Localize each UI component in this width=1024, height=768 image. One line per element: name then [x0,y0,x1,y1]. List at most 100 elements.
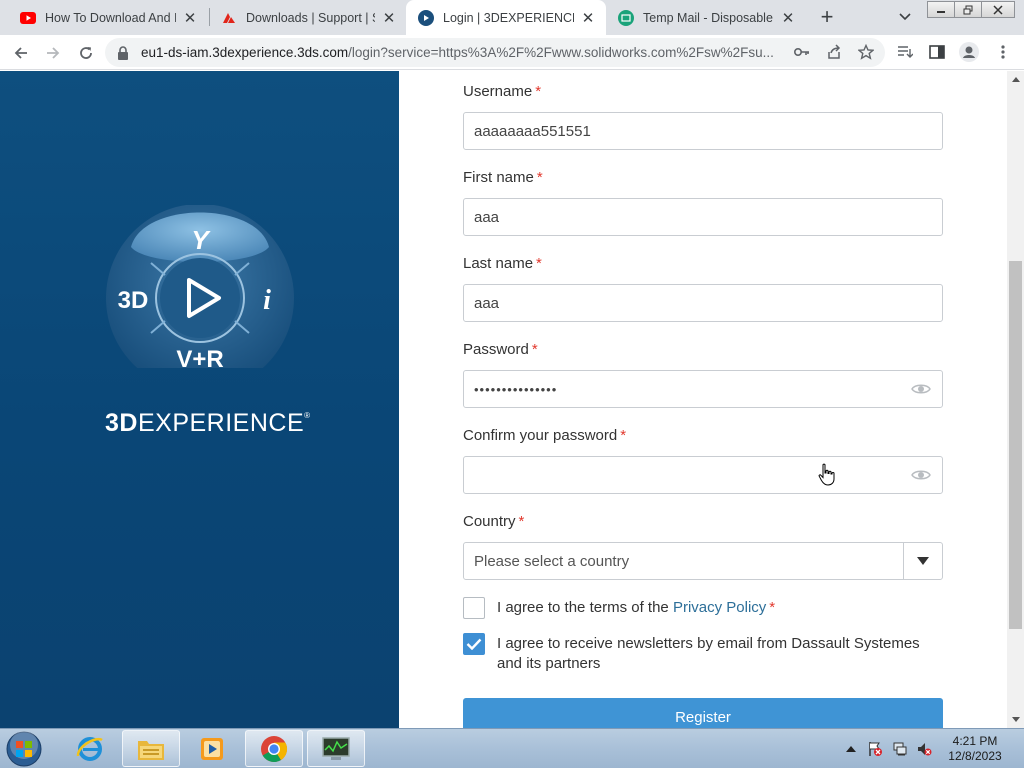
registered-mark: ® [304,411,311,420]
media-player-icon [201,737,223,760]
restore-window-button[interactable] [954,1,982,18]
profile-avatar-icon[interactable] [959,42,979,62]
page-scrollbar[interactable] [1007,71,1024,728]
password-label: Password * [463,341,538,358]
taskbar-internet-explorer[interactable] [61,730,119,767]
register-button[interactable]: Register [463,698,943,728]
username-field[interactable]: aaaaaaaa551551 [463,112,943,150]
last-name-value: aaa [474,294,500,312]
username-value: aaaaaaaa551551 [474,122,591,140]
close-tab-icon[interactable]: ✕ [381,10,397,27]
tab-title: How To Download And In [45,10,176,25]
clock-time: 4:21 PM [952,734,998,748]
compass-top-label: Y [191,225,211,255]
tab-downloads[interactable]: Downloads | Support | SO ✕ [209,0,407,35]
first-name-field[interactable]: aaa [463,198,943,236]
tab-youtube[interactable]: How To Download And In ✕ [8,0,208,35]
solidworks-ds-icon [221,10,237,26]
label-text: Username [463,83,533,100]
close-tab-icon[interactable]: ✕ [580,10,596,27]
internet-explorer-icon [76,736,103,761]
country-select[interactable]: Please select a country [463,542,943,580]
3dexperience-icon [418,9,434,26]
url-host: eu1-ds-iam.3dexperience.3ds.com [141,45,349,60]
taskbar-file-explorer[interactable] [122,730,180,767]
tab-temp-mail[interactable]: Temp Mail - Disposable Te ✕ [606,0,806,35]
compass-bottom-label: V+R [176,346,223,368]
password-field[interactable]: ••••••••••••••• [463,370,943,408]
password-value: ••••••••••••••• [474,381,558,397]
required-mark: * [531,341,538,358]
newsletter-checkbox[interactable] [463,633,485,655]
side-panel-icon[interactable] [927,42,947,62]
taskbar-media-player[interactable] [183,730,241,767]
country-placeholder: Please select a country [474,552,630,570]
close-tab-icon[interactable]: ✕ [780,10,796,27]
dropdown-caret-icon[interactable] [903,543,942,579]
reload-button[interactable] [72,39,100,67]
taskbar-clock[interactable]: 4:21 PM 12/8/2023 [940,734,1010,764]
brand-panel: Y 3D i V+R 3DEXPERIENCE® [0,71,399,728]
new-tab-button[interactable]: + [814,4,840,30]
browser-toolbar: eu1-ds-iam.3dexperience.3ds.com/login?se… [0,35,1024,70]
url-text: eu1-ds-iam.3dexperience.3ds.com/login?se… [141,45,791,60]
folder-icon [138,740,164,760]
label-text: Password [463,341,529,358]
show-hidden-icons-chevron-icon[interactable] [842,740,860,758]
close-tab-icon[interactable]: ✕ [182,10,198,27]
scrollbar-thumb[interactable] [1009,261,1022,629]
windows-taskbar: 4:21 PM 12/8/2023 [0,728,1024,768]
minimize-window-button[interactable] [927,1,955,18]
required-mark: * [536,169,543,186]
network-icon[interactable] [891,740,909,758]
scroll-down-arrow-icon[interactable] [1007,711,1024,728]
scroll-up-arrow-icon[interactable] [1007,71,1024,88]
forward-button[interactable] [39,39,67,67]
task-manager-icon [322,736,350,760]
newsletter-checkbox-row: I agree to receive newsletters by email … [463,633,943,677]
required-mark: * [535,83,542,100]
compass-left-label: 3D [118,287,149,314]
browser-tabstrip: How To Download And In ✕ Downloads | Sup… [0,0,1024,35]
compass-right-label: i [263,285,271,316]
close-window-button[interactable] [981,1,1015,18]
3dexperience-wordmark: 3DEXPERIENCE® [105,409,310,438]
key-icon[interactable] [792,42,812,62]
clock-date: 12/8/2023 [948,749,1002,763]
youtube-icon [20,10,36,26]
first-name-value: aaa [474,208,500,226]
confirm-password-label: Confirm your password * [463,427,626,444]
reading-list-icon[interactable] [895,42,915,62]
wordmark-rest: EXPERIENCE [137,409,305,437]
terms-text: I agree to the terms of the Privacy Poli… [497,598,947,618]
show-password-eye-icon[interactable] [910,380,932,398]
chrome-icon [261,735,288,762]
3dexperience-compass-logo: Y 3D i V+R [106,205,294,368]
privacy-policy-link[interactable]: Privacy Policy [673,599,766,616]
tab-search-chevron-icon[interactable] [893,6,917,28]
lock-icon[interactable] [117,45,131,60]
newsletter-label: I agree to receive newsletters by email … [497,635,920,672]
share-icon[interactable] [824,42,844,62]
terms-checkbox[interactable] [463,597,485,619]
label-text: Last name [463,255,534,272]
address-bar[interactable]: eu1-ds-iam.3dexperience.3ds.com/login?se… [105,38,885,67]
bookmark-star-icon[interactable] [856,42,876,62]
last-name-field[interactable]: aaa [463,284,943,322]
action-center-flag-icon[interactable] [866,740,884,758]
show-confirm-password-eye-icon[interactable] [910,466,932,484]
start-orb-button[interactable] [4,730,44,768]
required-mark: * [620,427,627,444]
back-button[interactable] [7,39,35,67]
taskbar-task-manager[interactable] [307,730,365,767]
tempmail-icon [618,9,634,26]
tab-3dexperience-login[interactable]: Login | 3DEXPERIENCE ID ✕ [406,0,606,35]
tab-title: Login | 3DEXPERIENCE ID [443,10,574,25]
tab-title: Downloads | Support | SO [246,10,375,25]
terms-label: I agree to the terms of the [497,599,673,616]
confirm-password-field[interactable] [463,456,943,494]
volume-muted-icon[interactable] [915,740,933,758]
page-content: Y 3D i V+R 3DEXPERIENCE® Username * aaaaa… [0,71,1024,728]
kebab-menu-icon[interactable] [993,42,1013,62]
taskbar-chrome[interactable] [245,730,303,767]
